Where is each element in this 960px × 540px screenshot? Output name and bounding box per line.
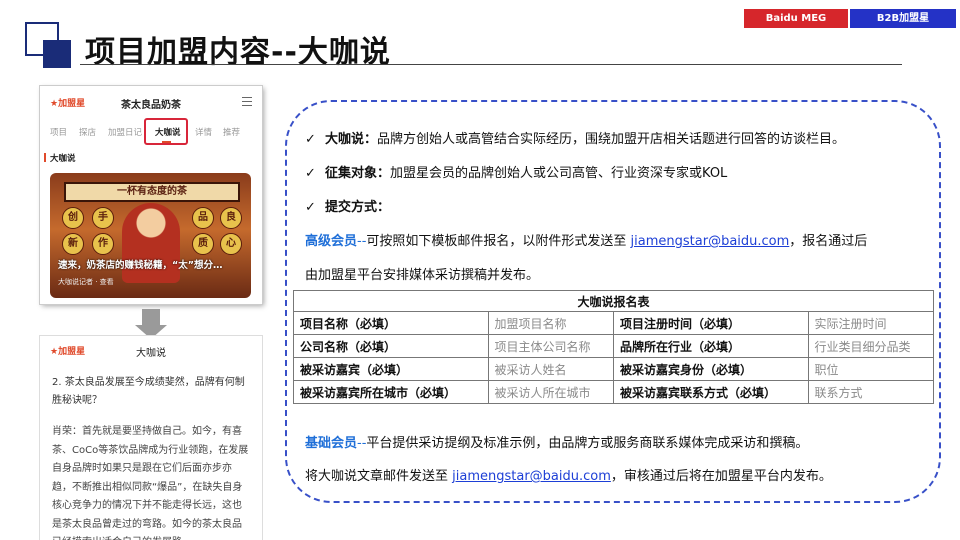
- poster-char: 创: [62, 207, 84, 229]
- basic-label: 基础会员: [305, 436, 358, 451]
- app-title: 茶太良品奶茶: [121, 100, 181, 111]
- item-dakashuo: ✓ 大咖说：品牌方创始人或高管结合实际经历，围绕加盟开店相关话题进行回答的访谈栏目…: [305, 132, 846, 147]
- email-link[interactable]: jiamengstar@baidu.com: [631, 234, 790, 249]
- app-screenshot-brand-page: ★加盟星 茶太良品奶茶 项目 探店 加盟日记 大咖说 详情 推荐 大咖说 一杯有…: [40, 86, 262, 304]
- poster-char: 新: [62, 233, 84, 255]
- article-poster[interactable]: 一杯有态度的茶 创 手 品 良 新 作 质 心 速来，奶茶店的赚钱秘籍，“太”想…: [50, 173, 251, 298]
- table-row: 项目名称（必填） 加盟项目名称 项目注册时间（必填） 实际注册时间: [293, 311, 934, 335]
- poster-banner: 一杯有态度的茶: [64, 182, 240, 202]
- active-tab-underline: [162, 141, 171, 143]
- tab-visit[interactable]: 探店: [79, 126, 96, 138]
- baidu-meg-badge: Baidu MEG: [744, 9, 848, 28]
- senior-member-line1: 高级会员--可按照如下模板邮件报名，以附件形式发送至 jiamengstar@b…: [305, 234, 868, 249]
- tab-detail[interactable]: 详情: [195, 126, 212, 138]
- article-answer: 肖荣：首先就是要坚持做自己。如今，有喜茶、CoCo等茶饮品牌成为行业领跑，在发展…: [52, 426, 249, 540]
- item-submit: ✓ 提交方式：: [305, 200, 391, 215]
- title-divider: [80, 64, 902, 65]
- tab-project[interactable]: 项目: [50, 126, 67, 138]
- registration-table: 大咖说报名表 项目名称（必填） 加盟项目名称 项目注册时间（必填） 实际注册时间…: [293, 290, 934, 404]
- item-target: ✓ 征集对象：加盟星会员的品牌创始人或公司高管、行业资深专家或KOL: [305, 166, 728, 181]
- poster-char: 作: [92, 233, 114, 255]
- check-icon: ✓: [305, 166, 316, 181]
- senior-label: 高级会员: [305, 234, 358, 249]
- senior-member-line2: 由加盟星平台安排媒体采访撰稿并发布。: [305, 268, 540, 283]
- email-link[interactable]: jiamengstar@baidu.com: [452, 469, 611, 484]
- table-row: 公司名称（必填） 项目主体公司名称 品牌所在行业（必填） 行业类目细分品类: [293, 334, 934, 358]
- poster-char: 品: [192, 207, 214, 229]
- article-title: 大咖说: [136, 348, 166, 359]
- table-title: 大咖说报名表: [293, 290, 934, 312]
- check-icon: ✓: [305, 200, 316, 215]
- basic-member-line1: 基础会员--平台提供采访提纲及标准示例，由品牌方或服务商联系媒体完成采访和撰稿。: [305, 436, 809, 451]
- menu-icon[interactable]: [242, 97, 252, 106]
- poster-char: 质: [192, 233, 214, 255]
- poster-char: 良: [220, 207, 242, 229]
- article-question: 2. 茶太良品发展至今成绩斐然，品牌有何制胜秘诀呢？: [52, 377, 245, 406]
- b2b-badge: B2B加盟星: [850, 9, 956, 28]
- table-row: 被采访嘉宾所在城市（必填） 被采访人所在城市 被采访嘉宾联系方式（必填） 联系方…: [293, 380, 934, 404]
- poster-byline: 大咖说记者 · 查看: [58, 278, 114, 286]
- poster-char: 心: [220, 233, 242, 255]
- title-deco-fill: [43, 40, 71, 68]
- section-marker: [44, 153, 46, 162]
- tab-recommend[interactable]: 推荐: [223, 126, 240, 138]
- table-row: 被采访嘉宾（必填） 被采访人姓名 被采访嘉宾身份（必填） 职位: [293, 357, 934, 381]
- section-label: 大咖说: [50, 154, 76, 164]
- poster-figure: [122, 203, 180, 283]
- check-icon: ✓: [305, 132, 316, 147]
- app-screenshot-article: ★加盟星 大咖说 2. 茶太良品发展至今成绩斐然，品牌有何制胜秘诀呢？ 肖荣：首…: [40, 336, 262, 540]
- poster-caption: 速来，奶茶店的赚钱秘籍，“太”想分…: [58, 260, 223, 271]
- poster-char: 手: [92, 207, 114, 229]
- basic-member-line2: 将大咖说文章邮件发送至 jiamengstar@baidu.com，审核通过后将…: [305, 469, 832, 484]
- tab-diary[interactable]: 加盟日记: [108, 126, 142, 138]
- down-arrow-icon: [142, 309, 160, 326]
